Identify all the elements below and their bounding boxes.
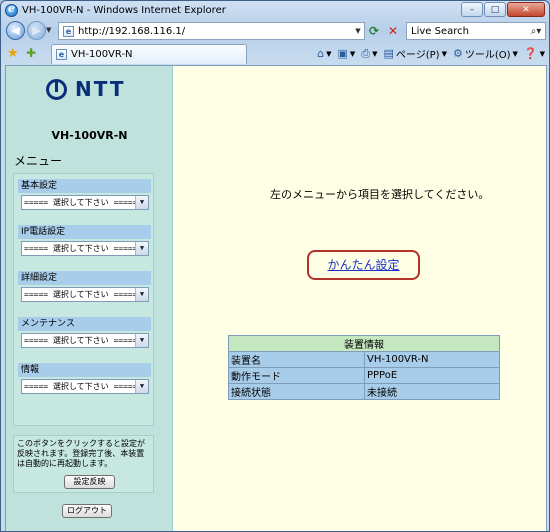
window-controls: – □ ✕ bbox=[461, 2, 545, 17]
menu-group-basic: 基本設定 ===== 選択して下さい ===== ▼ bbox=[18, 179, 151, 210]
info-select[interactable]: ===== 選択して下さい ===== ▼ bbox=[21, 379, 149, 394]
feeds-icon: ▣ bbox=[337, 47, 348, 60]
table-row: 動作モード PPPoE bbox=[228, 367, 500, 384]
gear-icon: ⚙ bbox=[452, 47, 463, 60]
address-bar[interactable]: e http://192.168.116.1/ ▼ bbox=[58, 22, 365, 40]
row-label: 動作モード bbox=[228, 367, 365, 384]
address-url[interactable]: http://192.168.116.1/ bbox=[78, 26, 352, 37]
search-input[interactable]: Live Search ⌕▾ bbox=[406, 22, 546, 40]
row-value: 未接続 bbox=[364, 383, 500, 400]
logout-button[interactable]: ログアウト bbox=[62, 504, 112, 518]
chevron-down-icon[interactable]: ▼ bbox=[135, 288, 148, 301]
main-panel: 左のメニューから項目を選択してください。 かんたん設定 装置情報 装置名 VH-… bbox=[174, 66, 546, 531]
apply-settings-button[interactable]: 設定反映 bbox=[64, 475, 115, 489]
title-bar: VH-100VR-N - Windows Internet Explorer –… bbox=[1, 1, 549, 19]
browser-window: VH-100VR-N - Windows Internet Explorer –… bbox=[0, 0, 550, 532]
print-icon: ⎙ bbox=[361, 46, 371, 60]
search-icon[interactable]: ⌕▾ bbox=[527, 26, 545, 37]
chevron-down-icon[interactable]: ▼ bbox=[135, 196, 148, 209]
basic-settings-select[interactable]: ===== 選択して下さい ===== ▼ bbox=[21, 195, 149, 210]
feeds-button[interactable]: ▣ ▼ bbox=[338, 47, 356, 60]
table-row: 装置名 VH-100VR-N bbox=[228, 351, 500, 368]
model-name: VH-100VR-N bbox=[51, 129, 128, 142]
menu-group-label: 基本設定 bbox=[18, 179, 151, 193]
refresh-icon[interactable]: ⟳ bbox=[369, 24, 383, 38]
ip-phone-settings-select[interactable]: ===== 選択して下さい ===== ▼ bbox=[21, 241, 149, 256]
page-menu-icon: ▤ bbox=[383, 47, 394, 60]
ie-logo-icon bbox=[5, 2, 18, 17]
brand-logo: NTT bbox=[46, 77, 125, 101]
apply-panel: このボタンをクリックすると設定が反映されます。登録完了後、本装置は自動的に再起動… bbox=[13, 435, 154, 493]
maximize-button[interactable]: □ bbox=[484, 2, 506, 17]
tools-menu[interactable]: ⚙ ツール(O) ▼ bbox=[453, 46, 518, 61]
menu-group-maintenance: メンテナンス ===== 選択して下さい ===== ▼ bbox=[18, 317, 151, 348]
instruction-message: 左のメニューから項目を選択してください。 bbox=[270, 188, 490, 201]
home-icon: ⌂ bbox=[317, 47, 325, 60]
stop-icon[interactable]: ✕ bbox=[388, 24, 402, 38]
help-icon: ❓ bbox=[523, 47, 538, 60]
page-menu-label: ページ(P) bbox=[395, 50, 440, 61]
search-placeholder: Live Search bbox=[411, 25, 469, 37]
row-value: PPPoE bbox=[364, 367, 500, 384]
row-label: 装置名 bbox=[228, 351, 365, 368]
easy-setup-link[interactable]: かんたん設定 bbox=[307, 250, 420, 280]
close-button[interactable]: ✕ bbox=[507, 2, 545, 17]
menu-group-ip-phone: IP電話設定 ===== 選択して下さい ===== ▼ bbox=[18, 225, 151, 256]
menu-title: メニュー bbox=[14, 154, 63, 168]
apply-note: このボタンをクリックすると設定が反映されます。登録完了後、本装置は自動的に再起動… bbox=[17, 439, 145, 468]
select-value: ===== 選択して下さい ===== bbox=[24, 198, 135, 207]
brand-name: NTT bbox=[75, 77, 126, 101]
menu-group-label: メンテナンス bbox=[18, 317, 151, 331]
favorites-star-icon[interactable]: ★ bbox=[7, 46, 19, 61]
menu-group-info: 情報 ===== 選択して下さい ===== ▼ bbox=[18, 363, 151, 394]
address-dropdown-icon[interactable]: ▼ bbox=[352, 27, 364, 35]
select-value: ===== 選択して下さい ===== bbox=[24, 336, 135, 345]
device-info-table: 装置情報 装置名 VH-100VR-N 動作モード PPPoE 接続状態 未接続 bbox=[228, 335, 500, 400]
row-value: VH-100VR-N bbox=[364, 351, 500, 368]
menu-panel: 基本設定 ===== 選択して下さい ===== ▼ IP電話設定 ===== … bbox=[13, 173, 154, 426]
tab-page-icon: e bbox=[56, 49, 67, 60]
page-content: NTT VH-100VR-N メニュー 基本設定 ===== 選択して下さい =… bbox=[5, 65, 547, 531]
address-row: ◀ ▶ ▼ e http://192.168.116.1/ ▼ ⟳ ✕ Live… bbox=[1, 20, 549, 42]
command-bar: ⌂ ▼ ▣ ▼ ⎙ ▼ ▤ ページ(P) ▼ ⚙ ツール(O) ▼ ❓ ▼ bbox=[317, 46, 545, 62]
row-label: 接続状態 bbox=[228, 383, 365, 400]
minimize-button[interactable]: – bbox=[461, 2, 483, 17]
chevron-down-icon[interactable]: ▼ bbox=[135, 334, 148, 347]
device-info-header: 装置情報 bbox=[228, 335, 500, 352]
window-title: VH-100VR-N - Windows Internet Explorer bbox=[22, 4, 226, 16]
add-favorites-icon[interactable]: ✚ bbox=[26, 46, 36, 60]
select-value: ===== 選択して下さい ===== bbox=[24, 244, 135, 253]
maintenance-select[interactable]: ===== 選択して下さい ===== ▼ bbox=[21, 333, 149, 348]
ntt-logo-icon bbox=[46, 78, 67, 100]
forward-button[interactable]: ▶ bbox=[27, 21, 46, 40]
tab-title: VH-100VR-N bbox=[71, 49, 133, 60]
home-button[interactable]: ⌂ ▼ bbox=[317, 47, 331, 60]
chevron-down-icon[interactable]: ▼ bbox=[135, 380, 148, 393]
help-menu[interactable]: ❓ ▼ bbox=[524, 47, 545, 60]
tab-current[interactable]: e VH-100VR-N bbox=[51, 44, 247, 64]
print-button[interactable]: ⎙ ▼ bbox=[361, 47, 377, 61]
chevron-down-icon[interactable]: ▼ bbox=[135, 242, 148, 255]
menu-group-label: 詳細設定 bbox=[18, 271, 151, 285]
advanced-settings-select[interactable]: ===== 選択して下さい ===== ▼ bbox=[21, 287, 149, 302]
tab-row: ★ ✚ e VH-100VR-N ⌂ ▼ ▣ ▼ ⎙ ▼ ▤ ページ(P) ▼ ⚙ ツール(… bbox=[1, 43, 549, 64]
sidebar: NTT VH-100VR-N メニュー 基本設定 ===== 選択して下さい =… bbox=[6, 66, 173, 531]
page-icon: e bbox=[63, 25, 74, 37]
menu-group-label: IP電話設定 bbox=[18, 225, 151, 239]
select-value: ===== 選択して下さい ===== bbox=[24, 290, 135, 299]
table-header-row: 装置情報 bbox=[228, 335, 500, 352]
back-button[interactable]: ◀ bbox=[6, 21, 25, 40]
page-menu[interactable]: ▤ ページ(P) ▼ bbox=[384, 46, 447, 61]
table-row: 接続状態 未接続 bbox=[228, 383, 500, 400]
tools-menu-label: ツール(O) bbox=[464, 50, 511, 61]
select-value: ===== 選択して下さい ===== bbox=[24, 382, 135, 391]
recent-pages-dropdown-icon[interactable]: ▼ bbox=[46, 26, 51, 34]
menu-group-label: 情報 bbox=[18, 363, 151, 377]
menu-group-advanced: 詳細設定 ===== 選択して下さい ===== ▼ bbox=[18, 271, 151, 302]
